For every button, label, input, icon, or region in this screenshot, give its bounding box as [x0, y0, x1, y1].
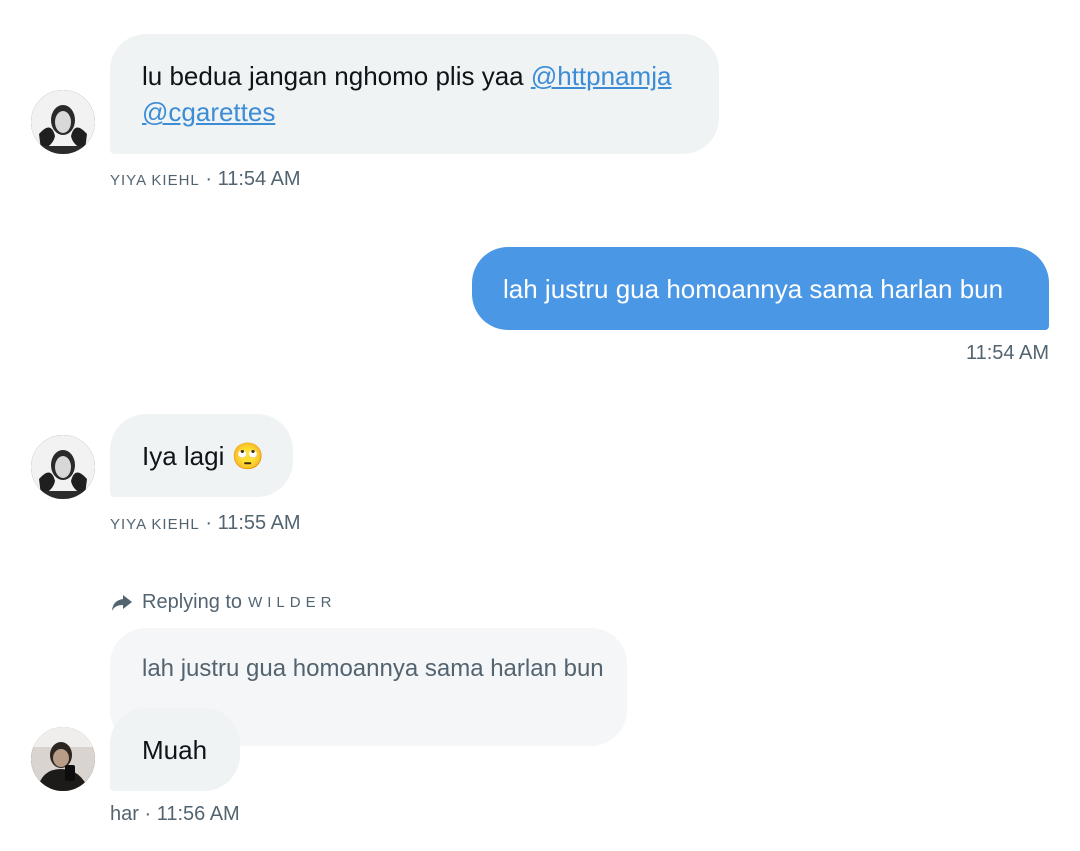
avatar-yiya[interactable] — [31, 90, 95, 154]
sender-name[interactable]: YIYA KIEHL — [110, 172, 200, 189]
sender-name[interactable]: har — [110, 803, 139, 825]
mention-link[interactable]: @httpnamja — [531, 61, 672, 91]
sender-name[interactable]: YIYA KIEHL — [110, 516, 200, 533]
reply-arrow-icon — [110, 590, 134, 614]
mention-link[interactable]: @cgarettes — [142, 97, 275, 127]
message-meta: YIYA KIEHL · 11:55 AM — [110, 512, 301, 535]
dm-conversation: lu bedua jangan nghomo plis yaa @httpnam… — [0, 0, 1080, 851]
reply-to-name[interactable]: WILDER — [248, 594, 336, 611]
reply-label: Replying to — [142, 590, 243, 613]
meta-separator: · — [144, 803, 152, 825]
message-bubble-2[interactable]: lah justru gua homoannya sama harlan bun — [472, 247, 1049, 330]
message-text: lu bedua jangan nghomo plis yaa — [142, 61, 524, 91]
message-text: lah justru gua homoannya sama harlan bun — [503, 274, 1004, 304]
timestamp: 11:54 AM — [965, 342, 1049, 364]
meta-separator: · — [205, 168, 212, 190]
eye-roll-emoji-icon: 🙄 — [231, 441, 264, 471]
quoted-text: lah justru gua homoannya sama harlan bun — [142, 655, 604, 682]
timestamp: 11:54 AM — [217, 168, 301, 190]
reply-header[interactable]: Replying to WILDER — [110, 590, 336, 614]
timestamp: 11:56 AM — [156, 803, 240, 825]
message-bubble-1[interactable]: lu bedua jangan nghomo plis yaa @httpnam… — [110, 34, 719, 154]
message-text: Iya lagi — [142, 441, 225, 471]
message-bubble-4[interactable]: Muah — [110, 708, 240, 791]
message-meta: 11:54 AM — [966, 342, 1049, 365]
timestamp: 11:55 AM — [217, 512, 301, 534]
message-bubble-3[interactable]: Iya lagi 🙄 — [110, 414, 293, 497]
message-meta: har · 11:56 AM — [110, 803, 240, 826]
avatar-har[interactable] — [31, 727, 95, 791]
message-meta: YIYA KIEHL · 11:54 AM — [110, 168, 301, 191]
meta-separator: · — [205, 512, 212, 534]
message-text: Muah — [142, 735, 208, 765]
avatar-yiya[interactable] — [31, 435, 95, 499]
